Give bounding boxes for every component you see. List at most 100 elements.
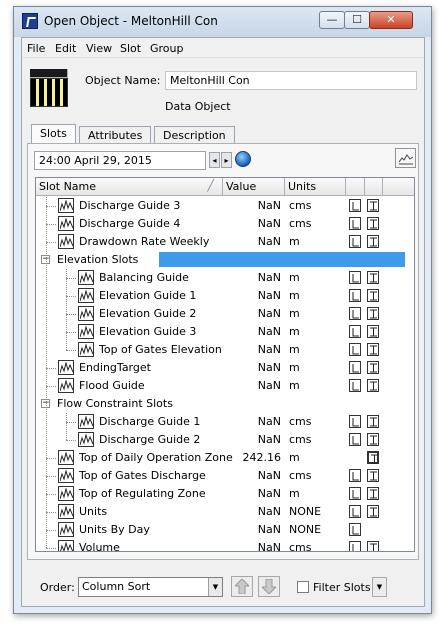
slot-value[interactable]: NaN — [258, 505, 281, 518]
slot-row[interactable]: Discharge Guide 1 NaN cms — [36, 413, 414, 431]
tab-description[interactable]: Description — [154, 126, 235, 144]
slot-row[interactable]: Volume NaN cms — [36, 539, 414, 551]
flag-input-icon[interactable] — [349, 505, 361, 518]
flag-input-icon[interactable] — [349, 487, 361, 500]
flag-input-icon[interactable] — [349, 343, 361, 356]
order-select[interactable]: Column Sort ▼ — [78, 577, 223, 597]
slot-value[interactable]: NaN — [258, 217, 281, 230]
slot-value[interactable]: NaN — [258, 541, 281, 551]
slot-row[interactable]: Elevation Guide 1 NaN m — [36, 287, 414, 305]
flag-ibeam-icon[interactable] — [367, 307, 379, 320]
slot-row[interactable]: Discharge Guide 2 NaN cms — [36, 431, 414, 449]
tab-attributes[interactable]: Attributes — [79, 126, 152, 144]
flag-ibeam-icon[interactable] — [367, 469, 379, 482]
menu-slot[interactable]: Slot — [120, 42, 141, 55]
slot-row[interactable]: Drawdown Rate Weekly NaN m — [36, 233, 414, 251]
group-row[interactable]: − Flow Constraint Slots — [36, 395, 414, 413]
flag-ibeam-icon[interactable] — [367, 505, 379, 518]
slot-value[interactable]: NaN — [258, 307, 281, 320]
slot-value[interactable]: NaN — [258, 523, 281, 536]
flag-ibeam-icon[interactable] — [367, 487, 379, 500]
flag-input-icon[interactable] — [349, 307, 361, 320]
flag-input-icon[interactable] — [349, 415, 361, 428]
slot-row[interactable]: Top of Daily Operation Zone 242.16 m — [36, 449, 414, 467]
maximize-button[interactable]: ☐ — [344, 11, 370, 29]
previous-timestep-button[interactable]: ◂ — [209, 152, 220, 168]
column-header-slot-name[interactable]: Slot Name ╱ — [36, 178, 223, 196]
slot-row[interactable]: Top of Gates Elevation NaN m — [36, 341, 414, 359]
slot-row[interactable]: Top of Gates Discharge NaN cms — [36, 467, 414, 485]
column-header-units[interactable]: Units — [285, 178, 346, 196]
flag-ibeam-icon[interactable] — [367, 271, 379, 284]
flag-input-icon[interactable] — [349, 199, 361, 212]
slot-row[interactable]: Elevation Guide 3 NaN m — [36, 323, 414, 341]
plot-button[interactable] — [395, 148, 416, 168]
flag-ibeam-icon[interactable] — [367, 379, 379, 392]
slot-value[interactable]: NaN — [258, 361, 281, 374]
slot-row[interactable]: Balancing Guide NaN m — [36, 269, 414, 287]
flag-ibeam-icon[interactable] — [367, 541, 379, 551]
slot-value[interactable]: NaN — [258, 289, 281, 302]
slot-row[interactable]: Flood Guide NaN m — [36, 377, 414, 395]
flag-input-icon[interactable] — [349, 379, 361, 392]
slot-value[interactable]: NaN — [258, 343, 281, 356]
slot-row[interactable]: EndingTarget NaN m — [36, 359, 414, 377]
column-header-flag-1[interactable] — [346, 178, 365, 196]
filter-options-button[interactable]: ▼ — [372, 577, 387, 597]
flag-input-icon[interactable] — [349, 523, 361, 536]
slot-row[interactable]: Elevation Guide 2 NaN m — [36, 305, 414, 323]
flag-ibeam-icon[interactable] — [367, 415, 379, 428]
column-header-value[interactable]: Value — [223, 178, 285, 196]
flag-ibeam-icon[interactable] — [367, 325, 379, 338]
flag-ibeam-icon[interactable] — [367, 451, 379, 464]
flag-ibeam-icon[interactable] — [367, 289, 379, 302]
flag-ibeam-icon[interactable] — [367, 433, 379, 446]
next-timestep-button[interactable]: ▸ — [221, 152, 232, 168]
flag-ibeam-icon[interactable] — [367, 199, 379, 212]
flag-input-icon[interactable] — [349, 469, 361, 482]
flag-input-icon[interactable] — [349, 235, 361, 248]
filter-slots-checkbox[interactable] — [297, 581, 309, 593]
slot-value[interactable]: NaN — [258, 469, 281, 482]
slot-row[interactable]: Top of Regulating Zone NaN m — [36, 485, 414, 503]
flag-input-icon[interactable] — [349, 325, 361, 338]
slot-value[interactable]: NaN — [258, 433, 281, 446]
slot-value[interactable]: NaN — [258, 415, 281, 428]
menu-group[interactable]: Group — [150, 42, 184, 55]
slot-row[interactable]: Discharge Guide 3 NaN cms — [36, 197, 414, 215]
slot-value[interactable]: NaN — [258, 487, 281, 500]
slot-row[interactable]: Units NaN NONE — [36, 503, 414, 521]
timestep-field[interactable]: 24:00 April 29, 2015 — [34, 151, 206, 170]
slot-row[interactable]: Units By Day NaN NONE — [36, 521, 414, 539]
slot-value[interactable]: NaN — [258, 379, 281, 392]
flag-input-icon[interactable] — [349, 271, 361, 284]
slot-value[interactable]: NaN — [258, 271, 281, 284]
flag-input-icon[interactable] — [349, 541, 361, 551]
flag-ibeam-icon[interactable] — [367, 217, 379, 230]
move-up-button[interactable] — [231, 576, 253, 597]
close-button[interactable]: ✕ — [369, 11, 413, 29]
slot-value[interactable]: 242.16 — [243, 451, 282, 464]
move-down-button[interactable] — [258, 576, 280, 597]
slot-row[interactable]: Discharge Guide 4 NaN cms — [36, 215, 414, 233]
tab-slots[interactable]: Slots — [31, 124, 76, 145]
globe-icon[interactable] — [235, 151, 251, 167]
column-header-flag-2[interactable] — [365, 178, 383, 196]
slot-value[interactable]: NaN — [258, 199, 281, 212]
menu-file[interactable]: File — [27, 42, 45, 55]
slot-value[interactable]: NaN — [258, 235, 281, 248]
flag-input-icon[interactable] — [349, 289, 361, 302]
slot-value[interactable]: NaN — [258, 325, 281, 338]
group-row[interactable]: − Elevation Slots — [36, 251, 414, 269]
flag-ibeam-icon[interactable] — [367, 235, 379, 248]
menu-edit[interactable]: Edit — [55, 42, 76, 55]
flag-input-icon[interactable] — [349, 361, 361, 374]
title-bar[interactable]: Open Object - MeltonHill Con — ☐ ✕ — [14, 7, 431, 37]
flag-ibeam-icon[interactable] — [367, 361, 379, 374]
object-name-field[interactable]: MeltonHill Con — [165, 71, 417, 90]
flag-input-icon[interactable] — [349, 217, 361, 230]
flag-ibeam-icon[interactable] — [367, 343, 379, 356]
menu-view[interactable]: View — [86, 42, 112, 55]
flag-input-icon[interactable] — [349, 433, 361, 446]
minimize-button[interactable]: — — [319, 11, 345, 29]
